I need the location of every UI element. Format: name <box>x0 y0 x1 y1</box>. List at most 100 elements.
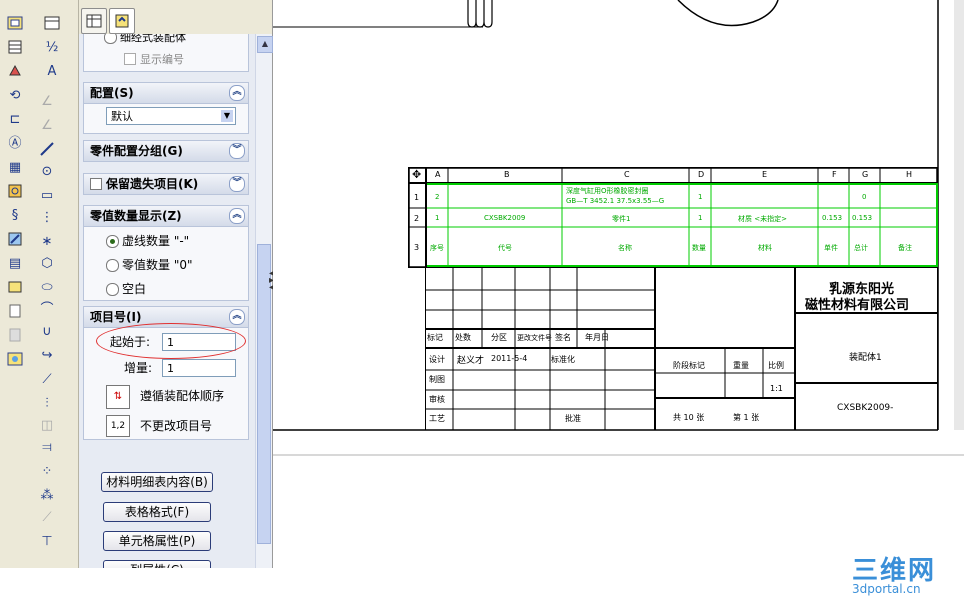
linear-pattern-icon[interactable]: ⁘ <box>38 462 56 480</box>
col-d: D <box>698 170 705 179</box>
bom-table[interactable]: ✥ A B C D E F G H 1 2 深度气缸用O形橡胶密封圈 GB—T … <box>408 167 938 268</box>
no-change-icon[interactable]: 1,2 <box>106 415 130 437</box>
chevron-down-icon[interactable]: ▼ <box>221 110 233 122</box>
section-view-icon[interactable]: ▦ <box>6 158 24 176</box>
zero-qty-dash-radio[interactable] <box>106 235 119 248</box>
tb-header: 年月日 <box>585 333 609 342</box>
highlight-ellipse <box>96 323 246 359</box>
configuration-group: 配置(S) ︽ 默认 ▼ <box>83 82 249 134</box>
scroll-up-icon[interactable]: ▲ <box>257 36 273 53</box>
polygon-icon[interactable]: ⬡ <box>38 254 56 272</box>
left-toolbar-primary: ⟲ ⊏ Ⓐ ▦ § ▤ <box>0 0 31 568</box>
table-cell: 单件 <box>824 244 838 252</box>
table-cell: 数量 <box>692 244 706 252</box>
configuration-select[interactable]: 默认 ▼ <box>106 107 236 125</box>
configuration-header[interactable]: 配置(S) ︽ <box>84 83 248 104</box>
arc-icon[interactable]: ⌒ <box>38 300 56 318</box>
collapse-icon[interactable]: ︽ <box>229 208 245 224</box>
bom-icon[interactable] <box>6 38 24 56</box>
show-number-label: 显示编号 <box>140 53 184 66</box>
follow-order-label: 遵循装配体顺序 <box>140 389 225 403</box>
sheet-format-icon[interactable] <box>6 350 24 368</box>
rectangle-icon[interactable]: ▭ <box>38 186 56 204</box>
drawing-icon[interactable] <box>6 14 24 32</box>
panel-scrollbar[interactable]: ▲ <box>255 34 273 568</box>
property-tab[interactable] <box>109 8 135 34</box>
blank-sheet-icon[interactable] <box>6 302 24 320</box>
projected-view-icon[interactable]: ⊏ <box>6 110 24 128</box>
datum-icon[interactable]: ⊤ <box>38 532 56 550</box>
drawing-name: 装配体1 <box>849 353 882 363</box>
weight-label: 重量 <box>733 361 749 370</box>
spline-icon[interactable]: ⟋ <box>38 370 56 388</box>
zero-qty-zero-radio[interactable] <box>106 259 119 272</box>
table-cell: 名称 <box>618 244 632 252</box>
table-format-button[interactable]: 表格格式(F) <box>103 502 211 522</box>
part-config-header[interactable]: 零件配置分组(G) ︾ <box>84 141 248 161</box>
break-view-icon[interactable]: § <box>6 206 24 224</box>
drawing-code: CXSBK2009- <box>837 403 894 413</box>
zero-qty-header[interactable]: 零值数量显示(Z) ︽ <box>84 206 248 227</box>
drawing-area[interactable]: ✥ A B C D E F G H 1 2 深度气缸用O形橡胶密封圈 GB—T … <box>273 0 964 568</box>
alternate-position-icon[interactable]: ▤ <box>6 254 24 272</box>
panel-tab-bar <box>79 0 272 34</box>
table-cell: 0 <box>862 193 867 201</box>
u-arc-icon[interactable]: ∪ <box>38 322 56 340</box>
ellipse-icon[interactable]: ⬭ <box>38 278 56 296</box>
collapse-icon[interactable]: ︽ <box>229 85 245 101</box>
tb-header: 标记 <box>427 333 443 342</box>
keep-missing-checkbox[interactable] <box>90 178 102 190</box>
tb-header: 处数 <box>455 333 471 342</box>
offset-icon[interactable]: ⫤ <box>38 438 56 456</box>
col-c: C <box>624 170 630 179</box>
disabled-tool-icon <box>6 326 24 344</box>
layer-icon[interactable] <box>6 278 24 296</box>
drawing-scrollbar[interactable] <box>954 0 964 430</box>
circular-pattern-icon[interactable]: ⁂ <box>38 486 56 504</box>
balloon-icon[interactable]: ½ <box>38 38 66 56</box>
bom-type-group: 细经式装配体 显示编号 <box>83 34 249 72</box>
designer-name: 赵义才 <box>457 356 485 366</box>
annotation-icon[interactable]: Ⓐ <box>6 134 24 152</box>
expand-icon[interactable]: ︾ <box>229 176 245 192</box>
table-cell: CXSBK2009 <box>484 214 526 222</box>
text-style-icon[interactable]: A <box>38 62 66 80</box>
centerline-icon[interactable]: ⋮ <box>38 208 56 226</box>
keep-missing-title: 保留遗失项目(K) <box>106 177 199 191</box>
col-h: H <box>906 170 913 179</box>
zero-qty-blank-radio[interactable] <box>106 283 119 296</box>
table-cell: 0.153 <box>822 214 843 222</box>
show-number-checkbox[interactable] <box>124 53 136 65</box>
title-block[interactable]: 标记 处数 分区 更改文件号 签名 年月日 设计 制图 审核 工艺 赵义才 20… <box>425 268 938 430</box>
bom-contents-button[interactable]: 材料明细表内容(B) <box>101 472 213 492</box>
feature-tree-tab[interactable] <box>81 8 107 34</box>
table-insert-icon[interactable] <box>38 14 66 32</box>
watermark-url: 3dportal.cn <box>852 582 921 596</box>
increment-field[interactable]: 1 <box>162 359 236 377</box>
table-cell: 材料 <box>758 244 772 252</box>
collapse-icon[interactable]: ︽ <box>229 309 245 325</box>
bom-type-radio[interactable] <box>104 34 117 44</box>
crop-view-icon[interactable] <box>6 230 24 248</box>
mirror-icon[interactable]: ⫶ <box>38 394 56 412</box>
cell-properties-button[interactable]: 单元格属性(P) <box>103 531 211 551</box>
tb-row-label: 审核 <box>429 395 445 404</box>
model-view-icon[interactable] <box>6 62 24 80</box>
company-name-line2: 磁性材料有限公司 <box>805 298 910 313</box>
tangent-arc-icon[interactable]: ↪ <box>38 346 56 364</box>
expand-icon[interactable]: ︾ <box>229 143 245 159</box>
circle-icon[interactable]: ⊙ <box>38 162 56 180</box>
detail-view-icon[interactable] <box>6 182 24 200</box>
rotate-view-icon[interactable]: ⟲ <box>6 86 24 104</box>
keep-missing-header[interactable]: 保留遗失项目(K) ︾ <box>84 174 248 194</box>
zero-qty-zero-label: 零值数量 "0" <box>122 258 193 272</box>
move-table-icon[interactable]: ✥ <box>412 168 421 181</box>
line-icon[interactable] <box>38 140 56 158</box>
bom-type-label: 细经式装配体 <box>120 34 186 44</box>
row-num: 2 <box>414 214 420 223</box>
follow-order-icon[interactable]: ⇅ <box>106 385 130 409</box>
column-properties-button[interactable]: 列属性(C) <box>103 560 211 568</box>
increment-value: 1 <box>167 362 174 375</box>
table-cell: 1 <box>435 214 440 222</box>
point-icon[interactable]: ∗ <box>38 232 56 250</box>
